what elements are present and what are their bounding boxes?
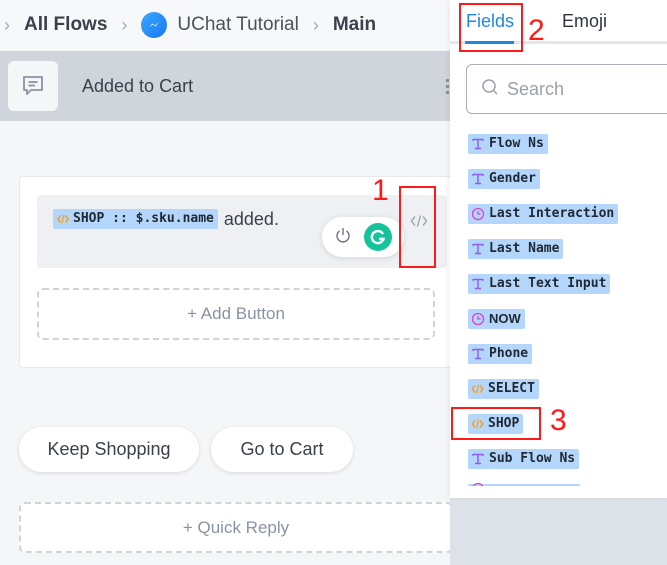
field-label: NOW <box>489 311 521 326</box>
breadcrumb-uchat-tutorial[interactable]: UChat Tutorial <box>177 14 298 36</box>
power-icon[interactable] <box>334 226 352 249</box>
annotation-box-3 <box>451 407 541 440</box>
breadcrumb-separator: › <box>312 14 319 35</box>
annotation-number-1: 1 <box>372 174 389 207</box>
search-field[interactable] <box>466 64 667 114</box>
field-chip[interactable]: Gender <box>468 169 540 189</box>
quick-reply-go-to-cart[interactable]: Go to Cart <box>211 427 353 472</box>
field-chip[interactable]: Sub Flow Ns <box>468 449 580 469</box>
code-icon <box>471 384 484 394</box>
add-quick-reply-button[interactable]: + Quick Reply <box>19 502 453 553</box>
text-icon <box>471 242 485 256</box>
quick-reply-keep-shopping[interactable]: Keep Shopping <box>19 427 199 472</box>
breadcrumb-main[interactable]: Main <box>333 14 376 36</box>
field-chip[interactable]: NOW <box>468 309 525 329</box>
annotation-number-2: 2 <box>528 14 545 47</box>
field-list-item[interactable]: Last Name <box>468 239 667 274</box>
annotation-box-1 <box>399 186 436 268</box>
field-label: SELECT <box>488 381 535 396</box>
messenger-icon <box>141 12 168 38</box>
code-icon <box>57 214 69 224</box>
clock-icon <box>471 312 485 326</box>
text-icon <box>471 277 485 291</box>
tab-emoji[interactable]: Emoji <box>562 11 607 32</box>
node-title: Added to Cart <box>82 75 194 96</box>
field-chip[interactable]: Last Name <box>468 239 564 259</box>
field-label: Last Text Input <box>489 276 607 291</box>
clock-icon <box>471 482 485 486</box>
field-list-item[interactable]: Last Interaction <box>468 204 667 239</box>
breadcrumb-separator: › <box>121 14 128 35</box>
text-icon <box>471 347 485 361</box>
add-button[interactable]: + Add Button <box>37 288 435 340</box>
field-label: Last Name <box>489 241 560 256</box>
text-icon <box>471 137 485 151</box>
text-icon <box>471 172 485 186</box>
field-label: Phone <box>489 346 529 361</box>
field-label: Sub Flow Ns <box>489 451 576 466</box>
annotation-number-3: 3 <box>550 404 567 437</box>
text-icon <box>471 452 485 466</box>
field-chip-shop-sku[interactable]: SHOP :: $.sku.name <box>53 209 218 230</box>
field-label: Flow Ns <box>489 136 544 151</box>
message-icon <box>8 61 58 111</box>
search-input[interactable] <box>507 78 657 100</box>
field-chip[interactable] <box>468 482 580 486</box>
field-list-item[interactable]: Last Text Input <box>468 274 667 309</box>
annotation-box-2 <box>459 3 523 52</box>
search-icon <box>481 78 499 101</box>
message-suffix: added. <box>223 208 279 229</box>
field-list-item[interactable]: Flow Ns <box>468 134 667 169</box>
field-list-item[interactable]: Gender <box>468 169 667 204</box>
node-header[interactable]: Added to Cart <box>0 51 450 121</box>
chip-label: SHOP :: $.sku.name <box>73 211 214 227</box>
field-list-item[interactable]: NOW <box>468 309 667 344</box>
field-chip[interactable]: Flow Ns <box>468 134 548 154</box>
field-label: Last Interaction <box>489 206 615 221</box>
field-chip[interactable]: Last Text Input <box>468 274 611 294</box>
field-list-item[interactable] <box>468 482 667 486</box>
field-chip[interactable]: Phone <box>468 344 533 364</box>
breadcrumb: › All Flows › UChat Tutorial › Main <box>0 0 450 50</box>
breadcrumb-separator: › <box>4 14 10 35</box>
canvas-background <box>450 498 667 565</box>
grammarly-widget[interactable] <box>322 217 404 257</box>
breadcrumb-all-flows[interactable]: All Flows <box>24 14 107 36</box>
field-chip[interactable]: SELECT <box>468 379 539 399</box>
field-label: Gender <box>489 171 536 186</box>
field-chip[interactable]: Last Interaction <box>468 204 619 224</box>
field-list-item[interactable]: Sub Flow Ns <box>468 449 667 484</box>
field-list-item[interactable]: Phone <box>468 344 667 379</box>
clock-icon <box>471 207 485 221</box>
grammarly-icon[interactable] <box>364 223 392 251</box>
